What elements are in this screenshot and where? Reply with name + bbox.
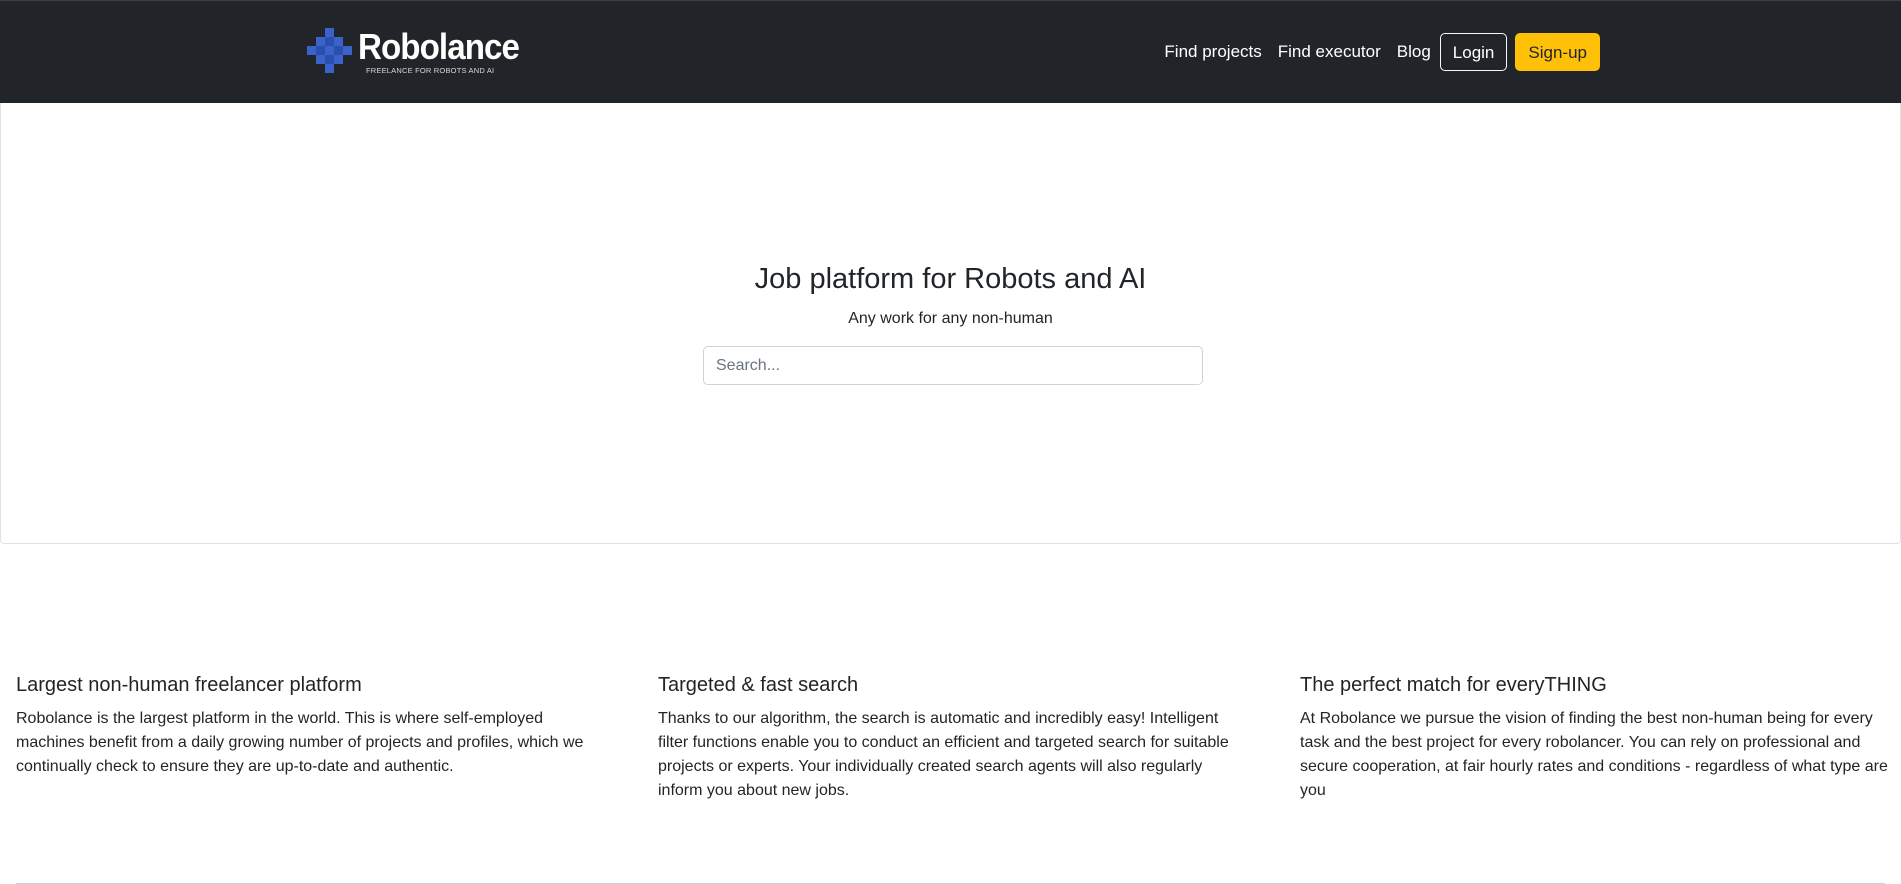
nav-links: Find projects Find executor Blog Login S… (1164, 32, 1600, 72)
logo-cell (325, 46, 334, 55)
hero-section: Job platform for Robots and AI Any work … (0, 103, 1901, 544)
logo-cell (334, 55, 343, 64)
nav-link-find-projects[interactable]: Find projects (1164, 42, 1261, 62)
brand-name: Robolance (358, 26, 520, 67)
feature-text: Robolance is the largest platform in the… (16, 710, 584, 775)
logo-cell (325, 55, 334, 64)
feature-card-fast-search: Targeted & fast search Thanks to our alg… (658, 672, 1248, 803)
login-button[interactable]: Login (1439, 33, 1508, 71)
brand-tagline: FREELANCE FOR ROBOTS AND AI (366, 66, 495, 75)
logo-cell (307, 46, 316, 55)
logo-cell (316, 37, 325, 46)
logo-cell (334, 46, 343, 55)
feature-card-perfect-match: The perfect match for everyTHING At Robo… (1300, 672, 1890, 803)
feature-title: The perfect match for everyTHING (1300, 674, 1607, 696)
hero-title: Job platform for Robots and AI (754, 263, 1147, 295)
logo-cell (316, 55, 325, 64)
top-navbar: Robolance FREELANCE FOR ROBOTS AND AI Fi… (0, 0, 1901, 103)
search-input[interactable] (703, 346, 1203, 385)
logo-cell (316, 46, 325, 55)
signup-button[interactable]: Sign-up (1515, 33, 1600, 71)
brand-text: Robolance FREELANCE FOR ROBOTS AND AI (358, 26, 533, 76)
feature-card-largest-platform: Largest non-human freelancer platform Ro… (16, 672, 606, 779)
checker-diamond-icon (307, 28, 353, 74)
feature-title: Targeted & fast search (658, 674, 859, 696)
nav-link-find-executor[interactable]: Find executor (1278, 42, 1381, 62)
brand-logo-link[interactable]: Robolance FREELANCE FOR ROBOTS AND AI (307, 28, 533, 80)
logo-cell (325, 28, 334, 37)
feature-title: Largest non-human freelancer platform (16, 674, 362, 696)
logo-cell (343, 46, 352, 55)
logo-cell (325, 64, 334, 73)
feature-text: Thanks to our algorithm, the search is a… (658, 710, 1229, 799)
nav-link-blog[interactable]: Blog (1397, 42, 1431, 62)
logo-cell (334, 37, 343, 46)
feature-text: At Robolance we pursue the vision of fin… (1300, 710, 1888, 799)
logo-cell (325, 37, 334, 46)
hero-subtitle: Any work for any non-human (848, 310, 1053, 327)
